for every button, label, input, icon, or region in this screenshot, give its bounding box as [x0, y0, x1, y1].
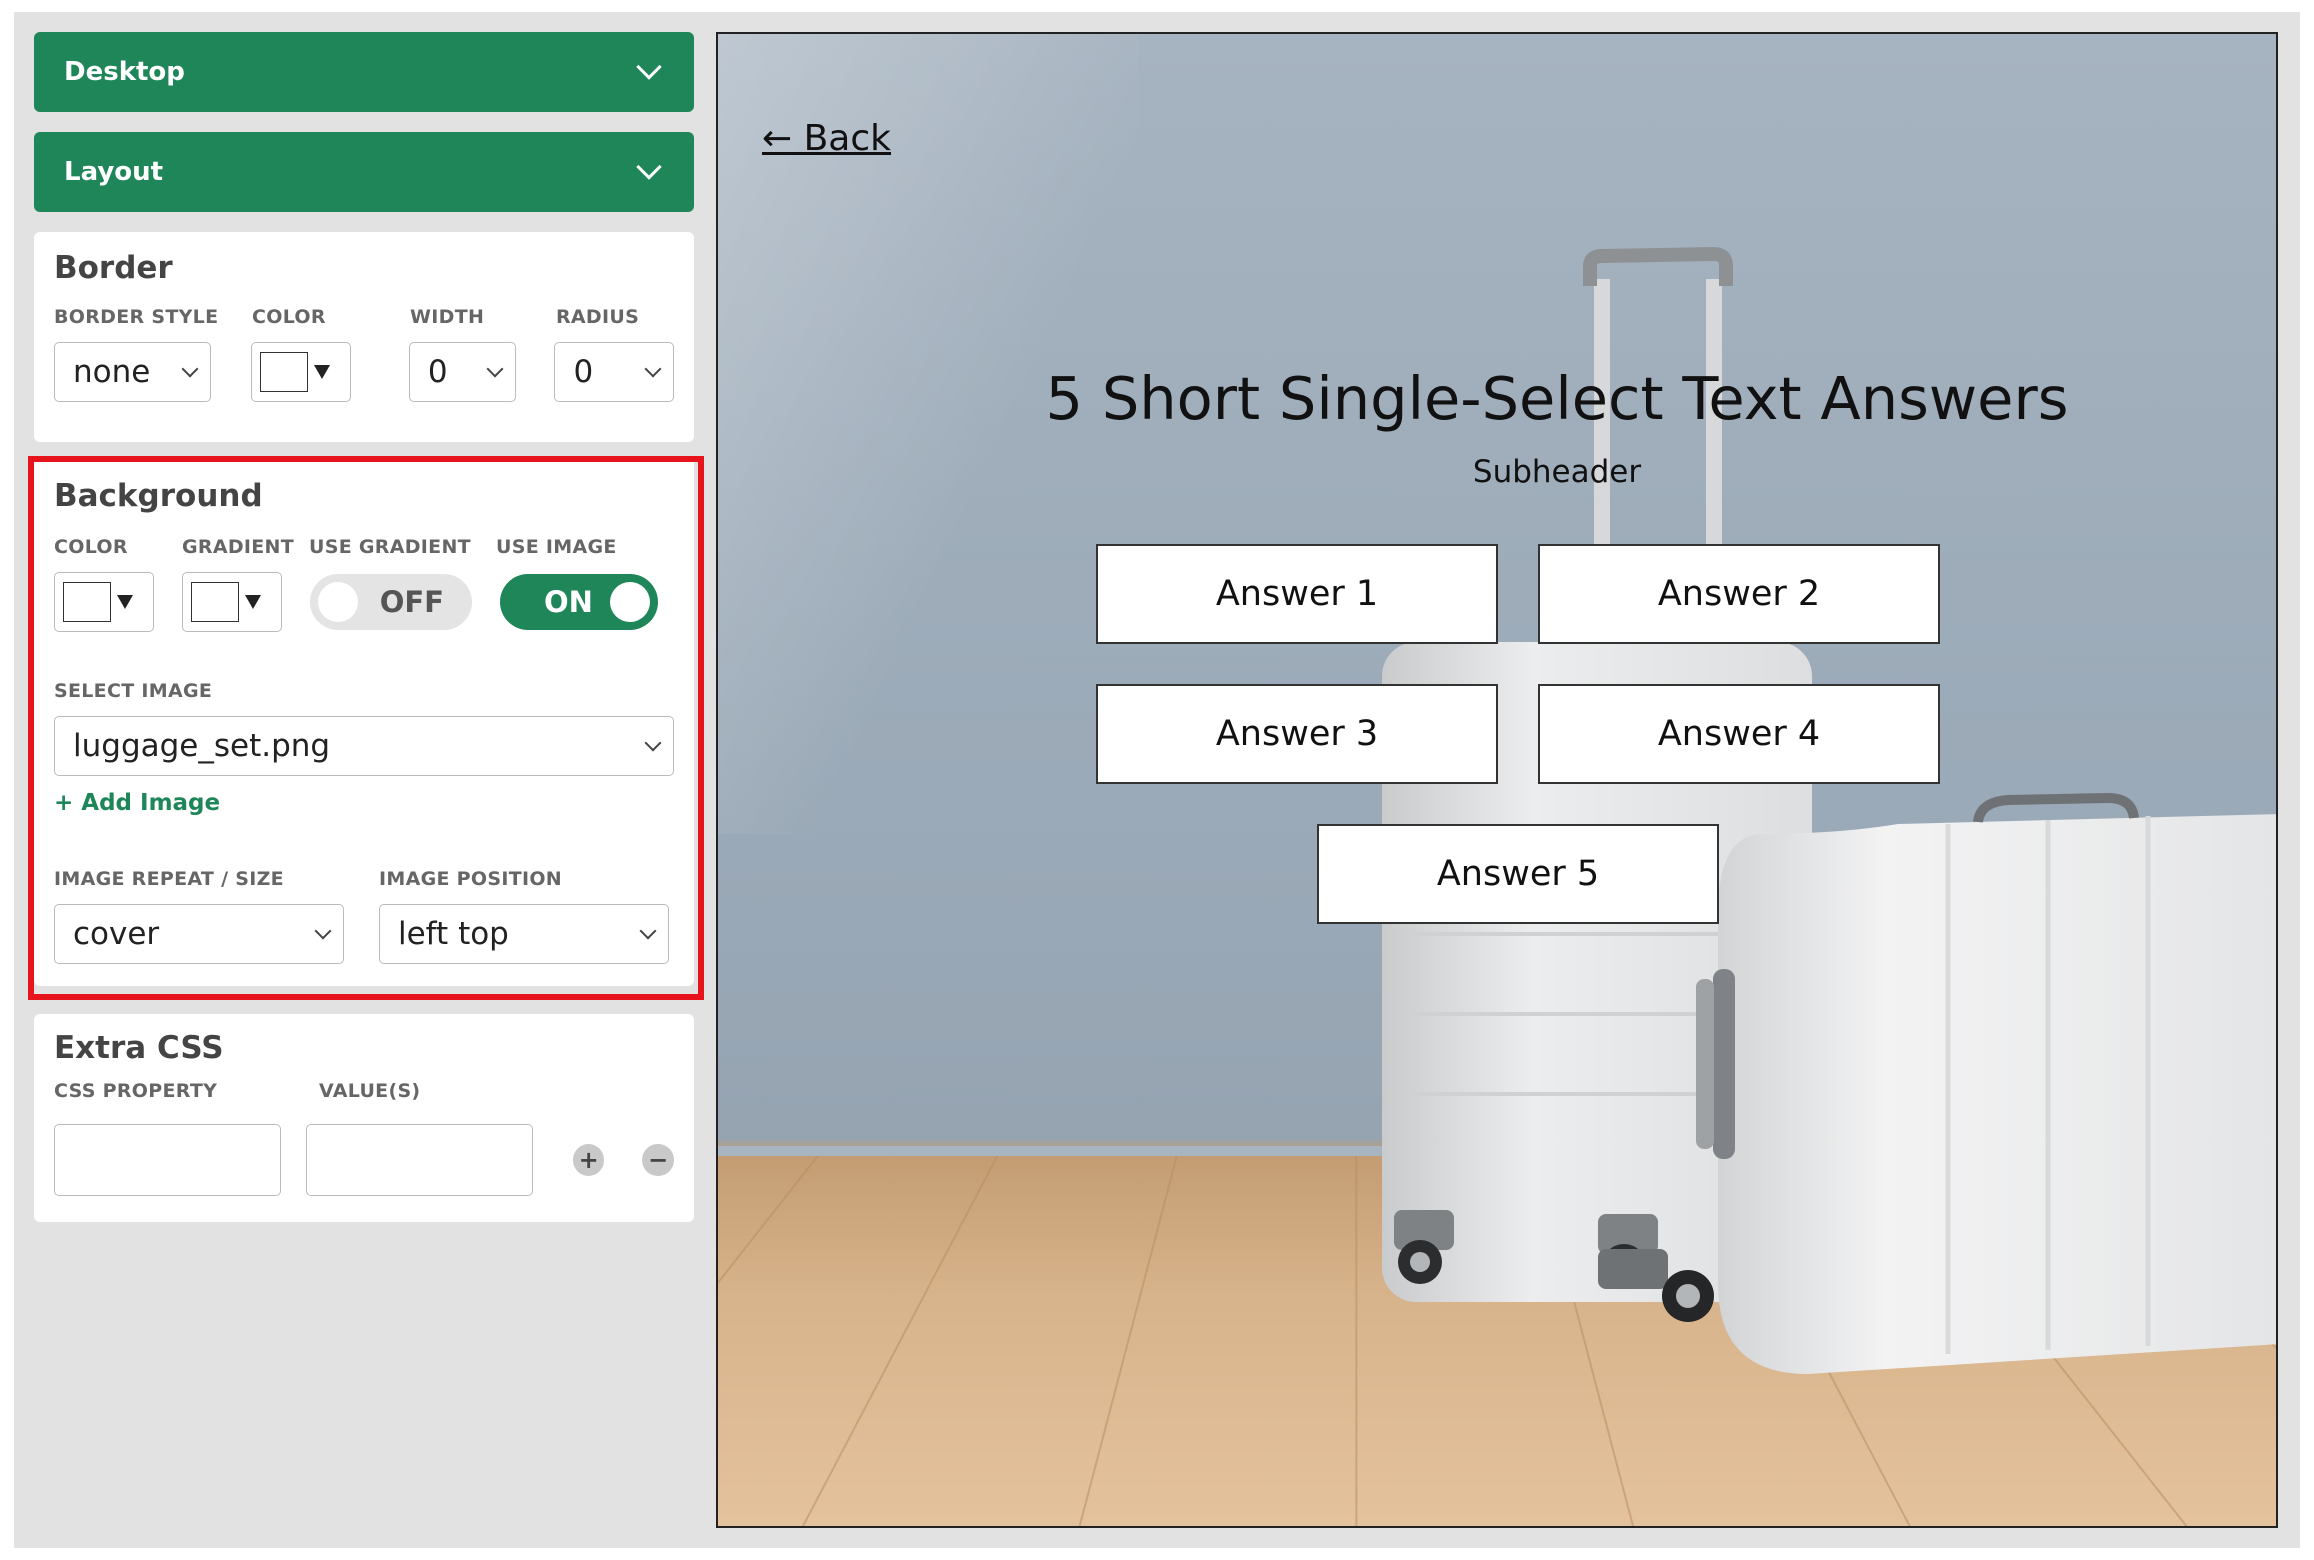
chevron-down-icon — [639, 922, 657, 940]
chevron-down-icon — [644, 360, 662, 378]
answer-button-3[interactable]: Answer 3 — [1096, 684, 1498, 784]
border-style-label: BORDER STYLE — [54, 306, 219, 328]
use-gradient-label: USE GRADIENT — [309, 536, 471, 558]
border-radius-value: 0 — [573, 354, 594, 390]
border-style-select[interactable]: none — [54, 342, 212, 402]
border-width-label: WIDTH — [410, 306, 485, 328]
preview-title: 5 Short Single-Select Text Answers — [1045, 364, 2069, 433]
use-gradient-toggle[interactable]: OFF — [310, 574, 472, 630]
toggle-knob — [610, 582, 650, 622]
css-property-label: CSS PROPERTY — [54, 1080, 218, 1102]
preview-subheader: Subheader — [1472, 454, 1642, 490]
border-color-label: COLOR — [252, 306, 326, 328]
image-position-value: left top — [398, 916, 509, 952]
bg-color-picker[interactable] — [54, 572, 154, 632]
bg-color-label: COLOR — [54, 536, 128, 558]
border-color-picker[interactable] — [251, 342, 351, 402]
chevron-down-icon — [636, 54, 662, 80]
answer-button-1[interactable]: Answer 1 — [1096, 544, 1498, 644]
border-width-select[interactable]: 0 — [408, 342, 517, 402]
image-position-select[interactable]: left top — [379, 904, 669, 964]
accordion-label: Desktop — [64, 57, 185, 87]
border-radius-select[interactable]: 0 — [554, 342, 674, 402]
border-panel: Border BORDER STYLE COLOR WIDTH RADIUS n… — [34, 232, 694, 442]
bg-gradient-picker[interactable] — [182, 572, 282, 632]
chevron-down-icon — [486, 360, 504, 378]
answer-button-2[interactable]: Answer 2 — [1538, 544, 1940, 644]
use-image-label: USE IMAGE — [496, 536, 617, 558]
toggle-state: OFF — [379, 585, 444, 619]
panel-title: Background — [54, 478, 263, 514]
remove-row-button[interactable]: − — [642, 1144, 674, 1176]
image-repeat-label: IMAGE REPEAT / SIZE — [54, 868, 284, 890]
add-row-button[interactable]: + — [572, 1144, 605, 1176]
select-image-value: luggage_set.png — [73, 728, 331, 764]
accordion-label: Layout — [64, 157, 164, 187]
toggle-knob — [318, 582, 358, 622]
image-position-label: IMAGE POSITION — [379, 868, 562, 890]
caret-down-icon — [314, 365, 331, 379]
css-property-input[interactable] — [54, 1124, 281, 1196]
panel-title: Extra CSS — [54, 1030, 224, 1066]
use-image-toggle[interactable]: ON — [500, 574, 658, 630]
select-image-dropdown[interactable]: luggage_set.png — [54, 716, 674, 776]
extra-css-panel: Extra CSS CSS PROPERTY VALUE(S) + − — [34, 1014, 694, 1222]
color-swatch — [63, 582, 111, 622]
answer-button-4[interactable]: Answer 4 — [1538, 684, 1940, 784]
back-link[interactable]: ← Back — [762, 118, 891, 159]
caret-down-icon — [117, 595, 133, 609]
css-value-input[interactable] — [305, 1124, 533, 1196]
bg-gradient-label: GRADIENT — [182, 536, 295, 558]
border-style-value: none — [73, 354, 151, 390]
panel-title: Border — [54, 250, 173, 286]
css-values-label: VALUE(S) — [319, 1080, 421, 1102]
desktop-accordion[interactable]: Desktop — [34, 32, 694, 112]
border-width-value: 0 — [427, 354, 448, 390]
add-image-link[interactable]: + Add Image — [54, 790, 674, 816]
layout-accordion[interactable]: Layout — [34, 132, 694, 212]
image-repeat-value: cover — [73, 916, 160, 952]
caret-down-icon — [245, 595, 261, 609]
chevron-down-icon — [181, 360, 199, 378]
select-image-label: SELECT IMAGE — [54, 680, 213, 702]
chevron-down-icon — [314, 922, 332, 940]
preview-pane: ← Back 5 Short Single-Select Text Answer… — [716, 32, 2278, 1528]
background-panel: Background COLOR GRADIENT USE GRADIENT U… — [34, 456, 694, 986]
color-swatch — [260, 352, 309, 392]
chevron-down-icon — [644, 734, 662, 752]
image-repeat-select[interactable]: cover — [54, 904, 344, 964]
color-swatch — [191, 582, 239, 622]
toggle-state: ON — [544, 585, 593, 619]
answer-button-5[interactable]: Answer 5 — [1317, 824, 1719, 924]
border-radius-label: RADIUS — [556, 306, 640, 328]
chevron-down-icon — [636, 154, 662, 180]
luggage-image — [1382, 246, 2276, 1374]
sidebar: Desktop Layout Border BORDER STYLE COLOR… — [34, 32, 694, 1236]
